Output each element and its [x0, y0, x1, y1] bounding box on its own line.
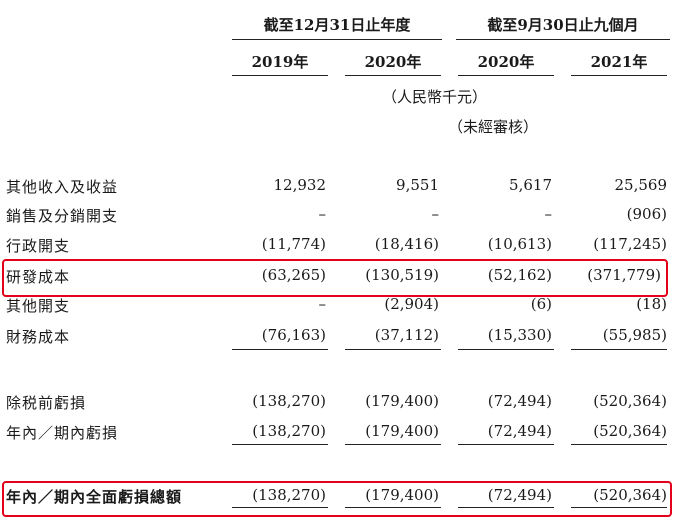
subtotal-underline-3 — [458, 349, 554, 350]
cell-rd-2020: (130,519) — [365, 266, 439, 284]
row-label-rd-costs: 研發成本 — [6, 268, 71, 286]
cell-tcl-2020: (179,400) — [365, 486, 439, 504]
cell-other-income-2020: 9,551 — [396, 176, 439, 194]
cell-tcl-2019: (138,270) — [252, 486, 326, 504]
cell-rd-2019: (63,265) — [261, 266, 326, 284]
grand-total-double-underline-4 — [571, 507, 667, 508]
cell-admin-2020: (18,416) — [374, 235, 439, 253]
cell-finance-2020: (37,112) — [374, 326, 439, 344]
header-group-underline-1 — [232, 39, 442, 40]
cell-loss-2019: (138,270) — [252, 422, 326, 440]
header-group-underline-2 — [456, 39, 670, 40]
cell-other-exp-2020-9m: (6) — [530, 295, 552, 313]
row-label-finance-costs: 財務成本 — [6, 328, 71, 346]
header-year-2020: 2020年 — [364, 53, 422, 71]
cell-finance-2020-9m: (15,330) — [487, 326, 552, 344]
header-year-2020-9m: 2020年 — [477, 53, 535, 71]
cell-loss-2020-9m: (72,494) — [487, 422, 552, 440]
row-label-selling-expenses: 銷售及分銷開支 — [6, 207, 119, 225]
year-underline-2 — [345, 75, 441, 76]
subtotal-underline-4 — [571, 349, 667, 350]
row-label-other-income: 其他收入及收益 — [6, 178, 119, 196]
header-year-2021-9m: 2021年 — [590, 53, 648, 71]
header-year-2019: 2019年 — [251, 53, 309, 71]
row-label-other-expenses: 其他開支 — [6, 297, 71, 315]
cell-lbt-2020: (179,400) — [365, 392, 439, 410]
total-underline-1 — [232, 444, 328, 445]
grand-total-double-underline-3 — [458, 507, 554, 508]
cell-admin-2020-9m: (10,613) — [487, 235, 552, 253]
total-underline-2 — [345, 444, 441, 445]
cell-other-income-2019: 12,932 — [273, 176, 327, 194]
header-group-year-ended: 截至12月31日止年度 — [263, 16, 411, 34]
row-label-loss-before-tax: 除税前虧損 — [6, 394, 87, 412]
cell-admin-2019: (11,774) — [261, 235, 326, 253]
year-underline-1 — [232, 75, 328, 76]
cell-selling-2020: – — [431, 205, 440, 223]
cell-loss-2021-9m: (520,364) — [593, 422, 667, 440]
cell-rd-2020-9m: (52,162) — [487, 266, 552, 284]
cell-other-income-2020-9m: 5,617 — [509, 176, 552, 194]
year-underline-4 — [571, 75, 667, 76]
unaudited-note: （未經審核） — [448, 118, 539, 136]
header-group-nine-months: 截至9月30日止九個月 — [487, 16, 639, 34]
subtotal-underline-1 — [232, 349, 328, 350]
cell-selling-2021-9m: (906) — [626, 205, 667, 223]
cell-rd-2021-9m: (371,779) — [587, 266, 661, 284]
cell-tcl-2020-9m: (72,494) — [487, 486, 552, 504]
row-label-admin-expenses: 行政開支 — [6, 237, 71, 255]
subtotal-underline-2 — [345, 349, 441, 350]
cell-other-income-2021-9m: 25,569 — [614, 176, 668, 194]
cell-selling-2020-9m: – — [544, 205, 553, 223]
year-underline-3 — [458, 75, 554, 76]
cell-lbt-2019: (138,270) — [252, 392, 326, 410]
row-label-loss-for-period: 年內／期內虧損 — [6, 424, 119, 442]
cell-admin-2021-9m: (117,245) — [593, 235, 667, 253]
cell-selling-2019: – — [318, 205, 327, 223]
row-label-total-comprehensive-loss: 年內／期內全面虧損總額 — [6, 488, 183, 506]
cell-other-exp-2020: (2,904) — [384, 295, 439, 313]
total-underline-3 — [458, 444, 554, 445]
grand-total-double-underline-1 — [232, 507, 328, 508]
cell-finance-2021-9m: (55,985) — [602, 326, 667, 344]
cell-lbt-2021-9m: (520,364) — [593, 392, 667, 410]
currency-note: （人民幣千元） — [382, 88, 488, 106]
cell-tcl-2021-9m: (520,364) — [593, 486, 667, 504]
cell-other-exp-2019: – — [318, 295, 327, 313]
cell-lbt-2020-9m: (72,494) — [487, 392, 552, 410]
cell-loss-2020: (179,400) — [365, 422, 439, 440]
cell-other-exp-2021-9m: (18) — [636, 295, 667, 313]
cell-finance-2019: (76,163) — [261, 326, 326, 344]
total-underline-4 — [571, 444, 667, 445]
grand-total-double-underline-2 — [345, 507, 441, 508]
